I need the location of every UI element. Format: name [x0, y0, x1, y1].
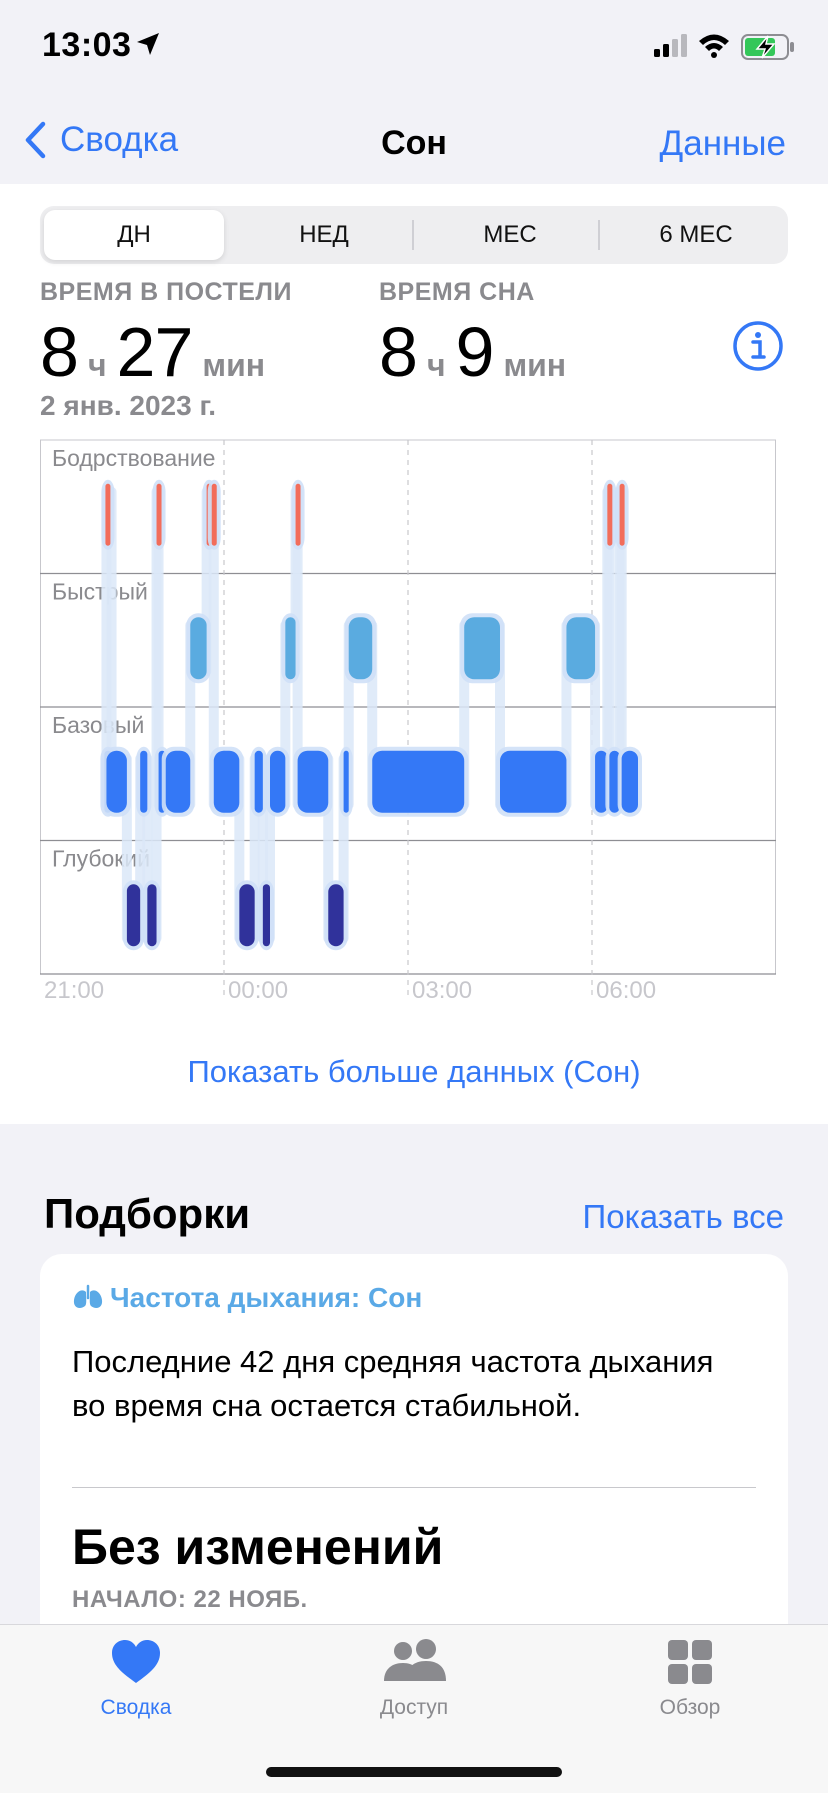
stage-label: Быстрый: [52, 579, 148, 605]
highlight-description: Последние 42 дня средняя частота дыхания…: [72, 1344, 714, 1423]
asleep-label: ВРЕМЯ СНА: [379, 278, 535, 306]
stage-segment: [254, 750, 263, 813]
asleep-hours-unit: ч: [426, 347, 446, 383]
stage-segment: [295, 483, 301, 546]
in-bed-value: 8 ч 27 мин: [40, 312, 275, 392]
tab-browse[interactable]: Обзор: [610, 1639, 770, 1720]
stage-segment: [566, 617, 596, 680]
stage-segment: [270, 750, 286, 813]
people-icon: [384, 1639, 446, 1681]
stage-label: Базовый: [52, 712, 144, 738]
wifi-icon: [699, 34, 729, 58]
segment-divider: [598, 220, 600, 250]
stage-segment: [372, 750, 465, 813]
in-bed-minutes-unit: мин: [202, 347, 266, 383]
stage-segment: [500, 750, 567, 813]
in-bed-hours: 8: [40, 313, 79, 391]
stage-segment: [213, 750, 240, 813]
stage-segment: [297, 750, 329, 813]
stage-segment: [147, 884, 157, 947]
segment-divider: [412, 220, 414, 250]
tab-sharing[interactable]: Доступ: [334, 1639, 494, 1720]
segment-6-months[interactable]: 6 МЕС: [606, 210, 786, 260]
period-segmented-control: ДН НЕД МЕС 6 МЕС: [40, 206, 788, 264]
segment-month[interactable]: МЕС: [420, 210, 600, 260]
stage-segment: [621, 750, 638, 813]
highlight-category: Частота дыхания: Сон: [72, 1282, 422, 1314]
grid-icon: [668, 1640, 712, 1684]
segment-week[interactable]: НЕД: [234, 210, 414, 260]
stage-segment: [106, 750, 127, 813]
highlight-category-label: Частота дыхания: Сон: [110, 1282, 423, 1313]
navigation-bar: Сводка Сон Данные: [0, 100, 828, 184]
stage-segment: [105, 483, 111, 546]
highlight-start-date: НАЧАЛО: 22 НОЯБ.: [72, 1586, 308, 1613]
stage-segment: [156, 483, 162, 546]
in-bed-minutes: 27: [116, 313, 194, 391]
data-button[interactable]: Данные: [660, 124, 786, 164]
stage-label: Бодрствование: [52, 445, 215, 471]
stage-segment: [619, 483, 625, 546]
x-tick-label: 21:00: [44, 977, 104, 1000]
stage-segment: [285, 617, 296, 680]
tab-browse-label: Обзор: [659, 1696, 721, 1719]
stage-segment: [211, 483, 217, 546]
status-bar: 13:03: [0, 0, 828, 100]
divider: [72, 1487, 756, 1488]
in-bed-hours-unit: ч: [87, 347, 107, 383]
highlights-title: Подборки: [44, 1190, 251, 1237]
stage-segment: [328, 884, 344, 947]
x-tick-label: 00:00: [228, 977, 288, 1000]
stage-segment: [464, 617, 500, 680]
asleep-hours: 8: [379, 313, 418, 391]
tab-summary[interactable]: Сводка: [56, 1639, 216, 1720]
date-label: 2 янв. 2023 г.: [40, 390, 217, 421]
in-bed-label: ВРЕМЯ В ПОСТЕЛИ: [40, 278, 292, 306]
stage-segment: [140, 750, 148, 813]
show-all-link[interactable]: Показать все: [583, 1198, 784, 1236]
stage-segment: [262, 884, 270, 947]
heart-icon: [112, 1640, 160, 1683]
segment-day[interactable]: ДН: [44, 210, 224, 260]
stage-segment: [348, 617, 373, 680]
highlight-card[interactable]: Частота дыхания: Сон Последние 42 дня ср…: [40, 1254, 788, 1654]
signal-icon: [654, 34, 687, 57]
stage-segment: [165, 750, 191, 813]
sleep-stages-chart: 21:00 00:00 03:00 06:00 Бодрствование Быстрый…: [40, 439, 776, 1000]
stage-segment: [126, 884, 141, 947]
highlight-value: Без изменений: [72, 1519, 444, 1575]
status-time: 13:03: [42, 26, 132, 64]
asleep-minutes: 9: [455, 313, 495, 391]
stage-segment: [607, 483, 613, 546]
info-icon[interactable]: [732, 320, 784, 372]
battery-charging-icon: [741, 34, 794, 60]
asleep-minutes-unit: мин: [503, 347, 567, 383]
tab-sharing-label: Доступ: [379, 1696, 449, 1719]
tab-summary-label: Сводка: [100, 1696, 172, 1719]
stage-segment: [239, 884, 255, 947]
location-arrow-icon: [137, 33, 159, 55]
x-tick-label: 06:00: [596, 977, 656, 1000]
show-more-data-link[interactable]: Показать больше данных (Сон): [0, 1054, 828, 1090]
home-indicator: [266, 1767, 562, 1777]
x-tick-label: 03:00: [412, 977, 472, 1000]
lungs-icon: [73, 1284, 103, 1308]
stage-segment: [190, 617, 207, 680]
asleep-value: 8 ч 9 мин: [379, 312, 576, 392]
stage-segment: [343, 750, 349, 813]
